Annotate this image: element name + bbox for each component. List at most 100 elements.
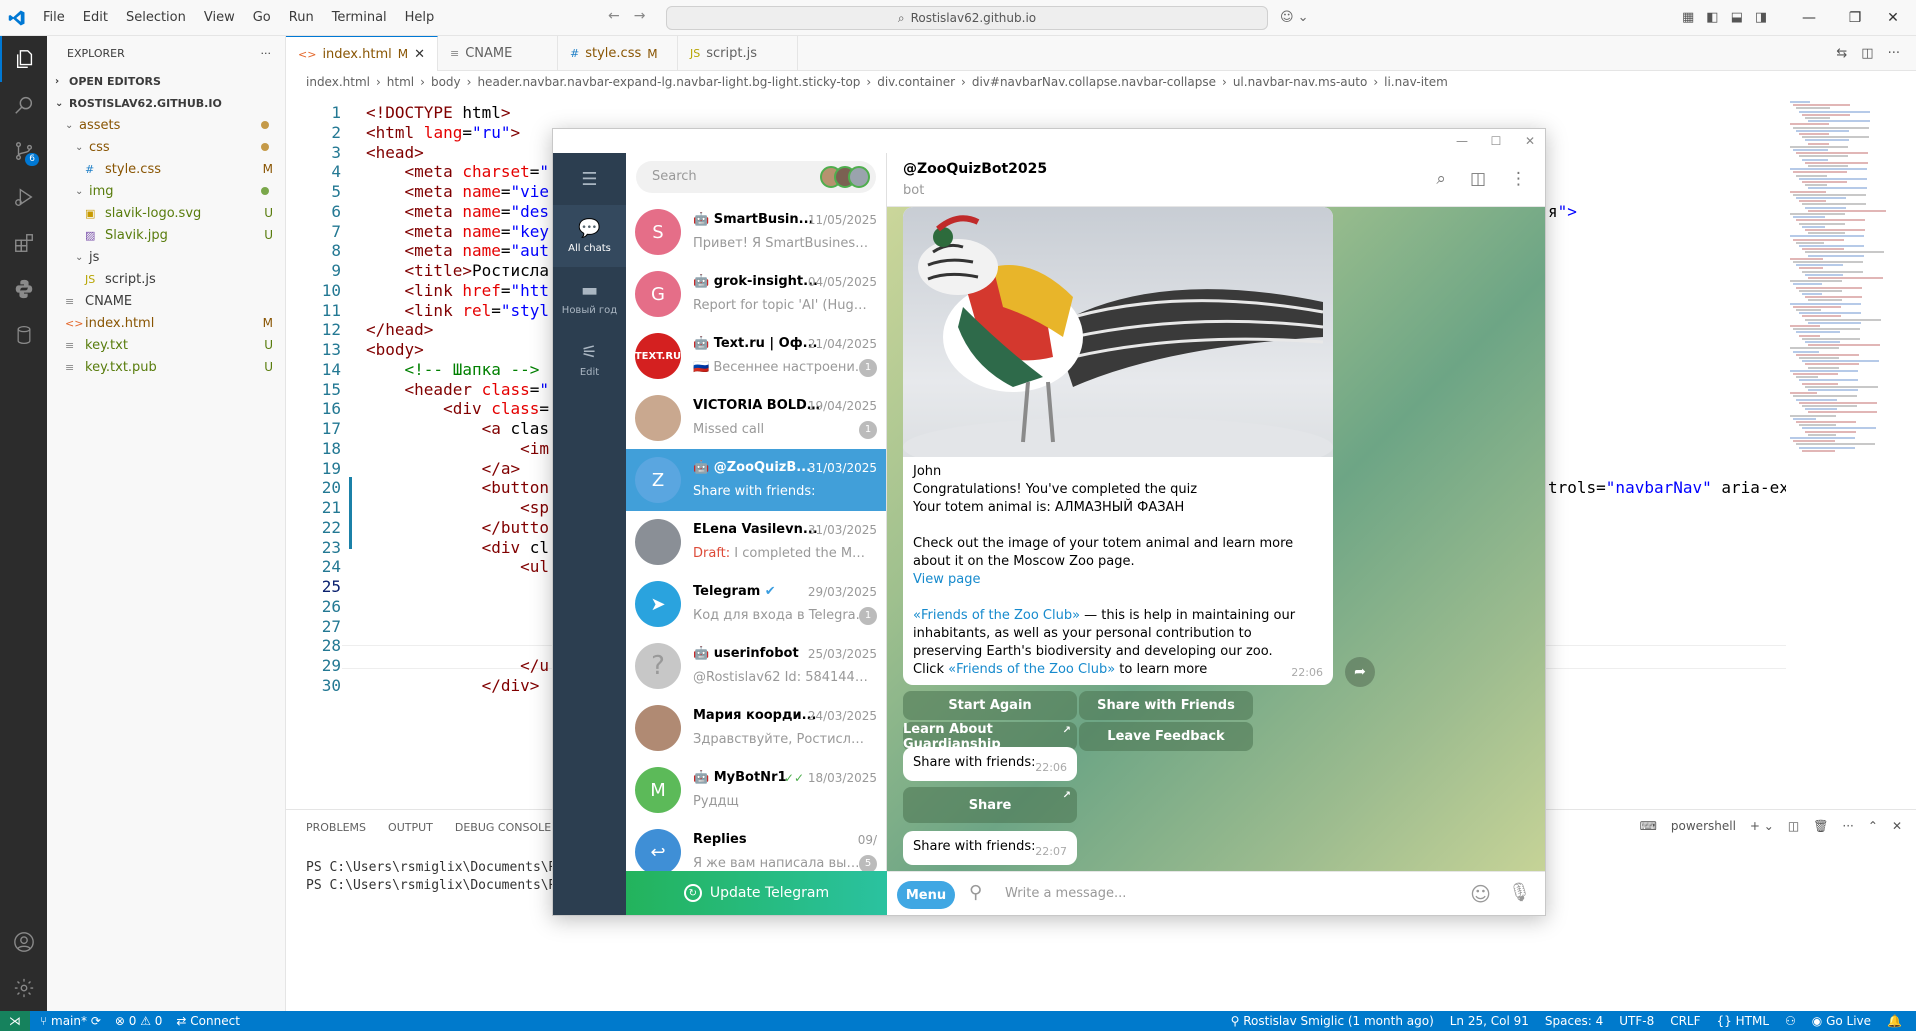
keyboard-button-leave-feedback[interactable]: Leave Feedback	[1079, 722, 1253, 751]
branch-status[interactable]: ⑂ main* ⟳	[40, 1014, 101, 1028]
copilot-icon[interactable]: ☺ ⌄	[1280, 10, 1309, 25]
breadcrumb-item[interactable]: div.container	[877, 75, 955, 89]
bot-menu-button[interactable]: Menu	[897, 881, 955, 909]
rail-item-sliders[interactable]: ⚟ Edit	[553, 329, 626, 391]
tree-item-slavik-jpg[interactable]: ▨ Slavik.jpg U	[47, 224, 285, 246]
close-panel-icon[interactable]: ✕	[1892, 819, 1902, 833]
language-status[interactable]: {} HTML	[1717, 1014, 1770, 1028]
new-terminal-icon[interactable]: + ⌄	[1750, 819, 1774, 833]
chat-list-item[interactable]: M 🤖 MyBotNr1 ✓✓ 18/03/2025 Руддщ	[626, 759, 886, 821]
encoding-status[interactable]: UTF-8	[1619, 1014, 1654, 1028]
toggle-secondary-sidebar-icon[interactable]: ◨	[1755, 10, 1767, 25]
chat-list-item[interactable]: G 🤖 grok-insight... 04/05/2025 Report for t…	[626, 263, 886, 325]
more-vertical-icon[interactable]: ⋮	[1510, 169, 1527, 189]
maximize-icon[interactable]: ☐	[1481, 131, 1511, 151]
panel-tab-debug-console[interactable]: DEBUG CONSOLE	[455, 821, 551, 834]
customize-layout-icon[interactable]: ▦	[1682, 10, 1694, 25]
menu-view[interactable]: View	[195, 0, 244, 36]
minimize-icon[interactable]: —	[1447, 131, 1477, 151]
close-tab-icon[interactable]: ✕	[414, 47, 425, 62]
back-arrow-icon[interactable]: ←	[608, 8, 620, 24]
menu-edit[interactable]: Edit	[74, 0, 117, 36]
chat-list-item[interactable]: Мария коорди... 24/03/2025 Здравствуйте, Р…	[626, 697, 886, 759]
more-actions-icon[interactable]: ···	[1888, 46, 1900, 61]
extensions-icon[interactable]	[0, 220, 47, 266]
menu-go[interactable]: Go	[244, 0, 280, 36]
chat-list-item[interactable]: ELena Vasilevn... 31/03/2025 Draft: I comp…	[626, 511, 886, 573]
tree-item-js[interactable]: ⌄ js	[47, 246, 285, 268]
more-actions-icon[interactable]: ···	[261, 47, 272, 60]
keyboard-button-share-with-friends[interactable]: Share with Friends	[1079, 691, 1253, 720]
tree-item-script-js[interactable]: JS script.js	[47, 268, 285, 290]
tree-item-style-css[interactable]: # style.css M	[47, 158, 285, 180]
python-icon[interactable]	[0, 266, 47, 312]
split-terminal-icon[interactable]: ◫	[1788, 819, 1799, 833]
minimize-icon[interactable]: —	[1786, 0, 1832, 36]
copilot-status-icon[interactable]: ⚇	[1785, 1014, 1796, 1028]
notifications-icon[interactable]: 🔔	[1887, 1014, 1902, 1028]
split-editor-icon[interactable]: ◫	[1861, 46, 1873, 61]
more-actions-icon[interactable]: ···	[1842, 819, 1853, 833]
chat-list-item[interactable]: ? 🤖 userinfobot 25/03/2025 @Rostislav62 Id:…	[626, 635, 886, 697]
chat-list-item[interactable]: TEXT.RU 🤖 Text.ru | Оф... 21/04/2025 🇷🇺 Вес…	[626, 325, 886, 387]
compare-icon[interactable]: ⇆	[1836, 46, 1847, 61]
rail-item-chat-bubbles[interactable]: 💬 All chats	[553, 205, 626, 267]
close-icon[interactable]: ✕	[1515, 131, 1545, 151]
menu-terminal[interactable]: Terminal	[323, 0, 396, 36]
toggle-sidebar-icon[interactable]: ◧	[1706, 10, 1718, 25]
paperclip-icon[interactable]: ⚲	[969, 882, 982, 903]
breadcrumb-item[interactable]: html	[387, 75, 414, 89]
message-input[interactable]: Write a message...	[1005, 886, 1126, 901]
view-page-link[interactable]: View page	[913, 571, 1323, 589]
friends-club-link[interactable]: «Friends of the Zoo Club»	[948, 662, 1115, 677]
breadcrumb-item[interactable]: header.navbar.navbar-expand-lg.navbar-li…	[477, 75, 860, 89]
breadcrumb-item[interactable]: div#navbarNav.collapse.navbar-collapse	[972, 75, 1216, 89]
open-editors-section[interactable]: › OPEN EDITORS	[47, 70, 285, 92]
database-icon[interactable]	[0, 312, 47, 358]
tab-script-js[interactable]: JS script.js	[678, 36, 799, 71]
forward-icon[interactable]: ➦	[1345, 657, 1375, 687]
tab-cname[interactable]: ≡ CNAME	[438, 36, 559, 71]
maximize-panel-icon[interactable]: ⌃	[1868, 819, 1878, 833]
emoji-icon[interactable]: ☺	[1470, 882, 1491, 906]
account-icon[interactable]	[0, 919, 47, 965]
settings-gear-icon[interactable]	[0, 965, 47, 1011]
forward-arrow-icon[interactable]: →	[634, 8, 646, 24]
rail-item-folder[interactable]: ▬ Новый год	[553, 267, 626, 329]
source-control-icon[interactable]: 6	[0, 128, 47, 174]
breadcrumb-item[interactable]: ul.navbar-nav.ms-auto	[1233, 75, 1368, 89]
tree-item-assets[interactable]: ⌄ assets	[47, 114, 285, 136]
tree-item-key-txt[interactable]: ≡ key.txt U	[47, 334, 285, 356]
tab-style-css[interactable]: # style.css M	[558, 36, 679, 71]
toggle-panel-icon[interactable]: ⬓	[1731, 10, 1743, 25]
menu-help[interactable]: Help	[396, 0, 444, 36]
search-icon[interactable]: ⌕	[1436, 169, 1446, 189]
microphone-icon[interactable]: 🎙	[1508, 882, 1531, 903]
chat-area[interactable]: John Congratulations! You've completed t…	[887, 207, 1545, 871]
breadcrumb-item[interactable]: index.html	[306, 75, 370, 89]
close-icon[interactable]: ✕	[1870, 0, 1916, 36]
tree-item-index-html[interactable]: <> index.html M	[47, 312, 285, 334]
tab-index-html[interactable]: <> index.html M ✕	[286, 36, 439, 71]
eol-status[interactable]: CRLF	[1670, 1014, 1700, 1028]
menu-run[interactable]: Run	[280, 0, 323, 36]
git-blame-status[interactable]: ⚲ Rostislav Smiglic (1 month ago)	[1231, 1014, 1434, 1028]
connect-status[interactable]: ⇄ Connect	[176, 1014, 240, 1028]
breadcrumb-item[interactable]: body	[431, 75, 461, 89]
problems-status[interactable]: ⊗ 0 ⚠ 0	[115, 1014, 163, 1028]
chat-list-item[interactable]: VICTORIA BOLD... 19/04/2025 Missed call 1	[626, 387, 886, 449]
indentation-status[interactable]: Spaces: 4	[1545, 1014, 1603, 1028]
chat-title[interactable]: @ZooQuizBot2025	[903, 161, 1047, 177]
chat-list-item[interactable]: S 🤖 SmartBusin... 11/05/2025 Привет! Я Smar…	[626, 201, 886, 263]
remote-icon[interactable]: ⋊	[0, 1011, 30, 1031]
search-icon[interactable]	[0, 82, 47, 128]
tree-item-css[interactable]: ⌄ css	[47, 136, 285, 158]
panel-tab-problems[interactable]: PROBLEMS	[306, 821, 366, 834]
tree-item-slavik-logo-svg[interactable]: ▣ slavik-logo.svg U	[47, 202, 285, 224]
pheasant-image[interactable]	[903, 207, 1333, 477]
root-folder-section[interactable]: ⌄ ROSTISLAV62.GITHUB.IO	[47, 92, 285, 114]
menu-file[interactable]: File	[34, 0, 74, 36]
chat-list-item[interactable]: ➤ Telegram ✔ 29/03/2025 Код для входа в Tel…	[626, 573, 886, 635]
sidebar-toggle-icon[interactable]: ◫	[1470, 169, 1486, 189]
update-telegram-button[interactable]: ↻ Update Telegram	[626, 871, 887, 915]
